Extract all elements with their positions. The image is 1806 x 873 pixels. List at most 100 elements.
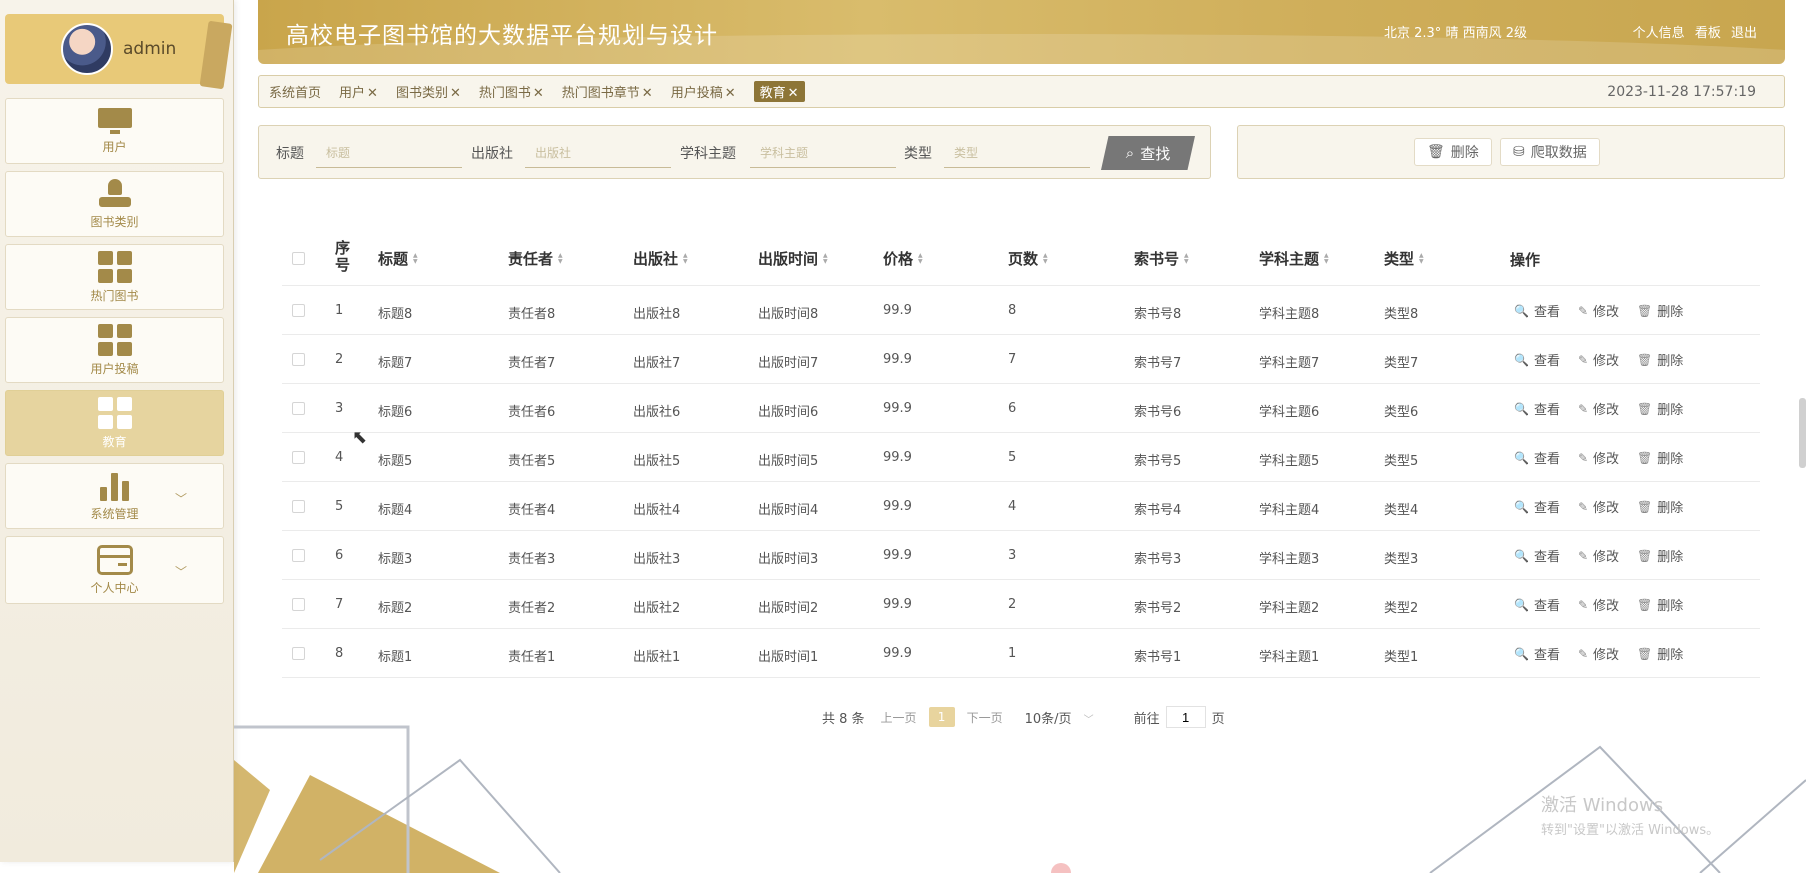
row-checkbox[interactable] bbox=[292, 304, 305, 317]
sort-icon[interactable]: ▲ ▼ bbox=[683, 252, 688, 265]
tab-education[interactable]: 教育 ✕ bbox=[753, 81, 805, 102]
tab-user-submissions[interactable]: 用户投稿 ✕ bbox=[671, 82, 736, 101]
column-publisher[interactable]: 出版社 ▲ ▼ bbox=[633, 248, 688, 269]
tab-users[interactable]: 用户 ✕ bbox=[339, 82, 378, 101]
crawl-data-button[interactable]: ⛁ 爬取数据 bbox=[1500, 138, 1600, 166]
sidebar-item-system-management[interactable]: 系统管理 ﹀ bbox=[5, 463, 224, 529]
edit-button[interactable]: ✎ 修改 bbox=[1578, 497, 1619, 517]
tab-popular-chapters[interactable]: 热门图书章节 ✕ bbox=[562, 82, 653, 101]
edit-button[interactable]: ✎ 修改 bbox=[1578, 448, 1619, 468]
view-button[interactable]: 🔍 查看 bbox=[1514, 448, 1560, 468]
column-callno[interactable]: 索书号 ▲ ▼ bbox=[1134, 248, 1189, 269]
delete-button[interactable]: 🗑 删除 bbox=[1637, 350, 1684, 370]
delete-button-label: 删除 bbox=[1657, 599, 1684, 614]
sidebar-item-users[interactable]: 用户 bbox=[5, 98, 224, 164]
tab-book-category[interactable]: 图书类别 ✕ bbox=[396, 82, 461, 101]
column-price[interactable]: 价格 ▲ ▼ bbox=[883, 248, 923, 269]
close-icon[interactable]: ✕ bbox=[725, 86, 736, 101]
page-number-current[interactable]: 1 bbox=[928, 707, 955, 727]
tab-home[interactable]: 系统首页 bbox=[269, 82, 321, 101]
link-logout[interactable]: 退出 bbox=[1731, 26, 1757, 41]
sidebar-item-popular-books[interactable]: 热门图书 bbox=[5, 244, 224, 310]
page-size-select[interactable]: 10条/页 ﹀ bbox=[1025, 708, 1094, 727]
column-subject[interactable]: 学科主题 ▲ ▼ bbox=[1259, 248, 1329, 269]
column-author[interactable]: 责任者 ▲ ▼ bbox=[508, 248, 563, 269]
select-all-checkbox[interactable] bbox=[292, 252, 305, 265]
delete-button[interactable]: 🗑 删除 bbox=[1637, 448, 1683, 468]
close-icon[interactable]: ✕ bbox=[642, 86, 653, 101]
link-dashboard[interactable]: 看板 bbox=[1695, 26, 1721, 41]
edit-button[interactable]: ✎ 修改 bbox=[1578, 350, 1619, 370]
cell-callno: 索书号8 bbox=[1134, 307, 1182, 322]
column-pages[interactable]: 页数 ▲ ▼ bbox=[1008, 248, 1048, 269]
title-search-input[interactable] bbox=[316, 138, 462, 168]
sort-icon[interactable]: ▲ ▼ bbox=[1324, 252, 1329, 265]
delete-button-label: 删除 bbox=[1657, 354, 1684, 369]
sidebar-item-label: 个人中心 bbox=[90, 580, 139, 595]
view-button[interactable]: 🔍 查看 bbox=[1514, 301, 1560, 321]
sort-icon[interactable]: ▲ ▼ bbox=[1043, 252, 1048, 265]
sort-icon[interactable]: ▲ ▼ bbox=[823, 252, 828, 265]
edit-button[interactable]: ✎ 修改 bbox=[1578, 399, 1619, 419]
row-checkbox[interactable] bbox=[292, 451, 305, 464]
bar-chart-icon bbox=[99, 471, 131, 501]
view-button[interactable]: 🔍 查看 bbox=[1514, 497, 1560, 517]
close-icon[interactable]: ✕ bbox=[533, 86, 544, 101]
sort-icon[interactable]: ▲ ▼ bbox=[558, 252, 563, 265]
close-icon[interactable]: ✕ bbox=[367, 86, 378, 101]
column-title[interactable]: 标题 ▲ ▼ bbox=[378, 248, 418, 269]
close-icon[interactable]: ✕ bbox=[450, 86, 461, 101]
cell-price: 99.9 bbox=[883, 352, 912, 367]
delete-button[interactable]: 🗑 删除 bbox=[1414, 138, 1492, 166]
row-checkbox[interactable] bbox=[292, 402, 305, 415]
view-button[interactable]: 🔍 查看 bbox=[1514, 595, 1560, 615]
goto-page-input[interactable] bbox=[1165, 706, 1206, 728]
sort-icon[interactable]: ▲ ▼ bbox=[1184, 252, 1189, 265]
row-checkbox[interactable] bbox=[292, 647, 305, 660]
view-button[interactable]: 🔍 查看 bbox=[1514, 350, 1560, 370]
cell-type: 类型6 bbox=[1384, 405, 1419, 420]
edit-button[interactable]: ✎ 修改 bbox=[1578, 546, 1619, 566]
mouse-cursor-icon: ⬉ bbox=[352, 427, 368, 448]
edit-button[interactable]: ✎ 修改 bbox=[1578, 644, 1619, 664]
cell-pubdate: 出版时间7 bbox=[758, 356, 819, 371]
row-checkbox[interactable] bbox=[292, 549, 305, 562]
column-pubdate[interactable]: 出版时间 ▲ ▼ bbox=[758, 248, 828, 269]
link-profile[interactable]: 个人信息 bbox=[1633, 26, 1685, 41]
row-checkbox[interactable] bbox=[292, 598, 305, 611]
delete-button[interactable]: 🗑 删除 bbox=[1637, 497, 1683, 517]
avatar[interactable] bbox=[61, 23, 113, 75]
tab-popular-books[interactable]: 热门图书 ✕ bbox=[479, 82, 544, 101]
delete-button[interactable]: 🗑 删除 bbox=[1637, 301, 1683, 321]
search-button[interactable]: ⌕ 查找 bbox=[1101, 136, 1195, 170]
view-button[interactable]: 🔍 查看 bbox=[1514, 644, 1560, 664]
sort-icon[interactable]: ▲ ▼ bbox=[918, 252, 923, 265]
sidebar-item-education[interactable]: 教育 bbox=[5, 390, 224, 456]
prev-page-button[interactable]: 上一页 bbox=[881, 709, 917, 726]
column-type[interactable]: 类型 ▲ ▼ bbox=[1384, 248, 1424, 269]
cell-publisher: 出版社8 bbox=[633, 307, 681, 322]
scrollbar-thumb[interactable] bbox=[1799, 398, 1806, 468]
delete-button[interactable]: 🗑 删除 bbox=[1637, 644, 1683, 664]
row-checkbox[interactable] bbox=[292, 500, 305, 513]
table-row: 4 标题5 责任者5 出版社5 出版时间5 99.9 5 索书号5 学科主题5 类型5 🔍 查看 ✎ 修改… bbox=[282, 433, 1760, 482]
delete-button[interactable]: 🗑 删除 bbox=[1637, 595, 1684, 615]
sidebar-item-user-submissions[interactable]: 用户投稿 bbox=[5, 317, 224, 383]
delete-button[interactable]: 🗑 删除 bbox=[1637, 399, 1683, 419]
publisher-search-input[interactable] bbox=[525, 138, 671, 168]
sidebar-item-book-category[interactable]: 图书类别 bbox=[5, 171, 224, 237]
edit-button[interactable]: ✎ 修改 bbox=[1578, 595, 1619, 615]
next-page-button[interactable]: 下一页 bbox=[967, 709, 1003, 726]
close-icon[interactable]: ✕ bbox=[788, 86, 799, 101]
tab-label: 热门图书 bbox=[478, 86, 531, 101]
view-button[interactable]: 🔍 查看 bbox=[1514, 546, 1560, 566]
delete-button[interactable]: 🗑 删除 bbox=[1637, 546, 1683, 566]
type-search-input[interactable] bbox=[944, 138, 1090, 168]
edit-button[interactable]: ✎ 修改 bbox=[1578, 301, 1619, 321]
sidebar-item-personal-center[interactable]: 个人中心 ﹀ bbox=[5, 536, 224, 604]
subject-search-input[interactable] bbox=[750, 138, 896, 168]
view-button[interactable]: 🔍 查看 bbox=[1514, 399, 1560, 419]
sort-icon[interactable]: ▲ ▼ bbox=[413, 252, 418, 265]
sort-icon[interactable]: ▲ ▼ bbox=[1419, 252, 1424, 265]
row-checkbox[interactable] bbox=[292, 353, 305, 366]
